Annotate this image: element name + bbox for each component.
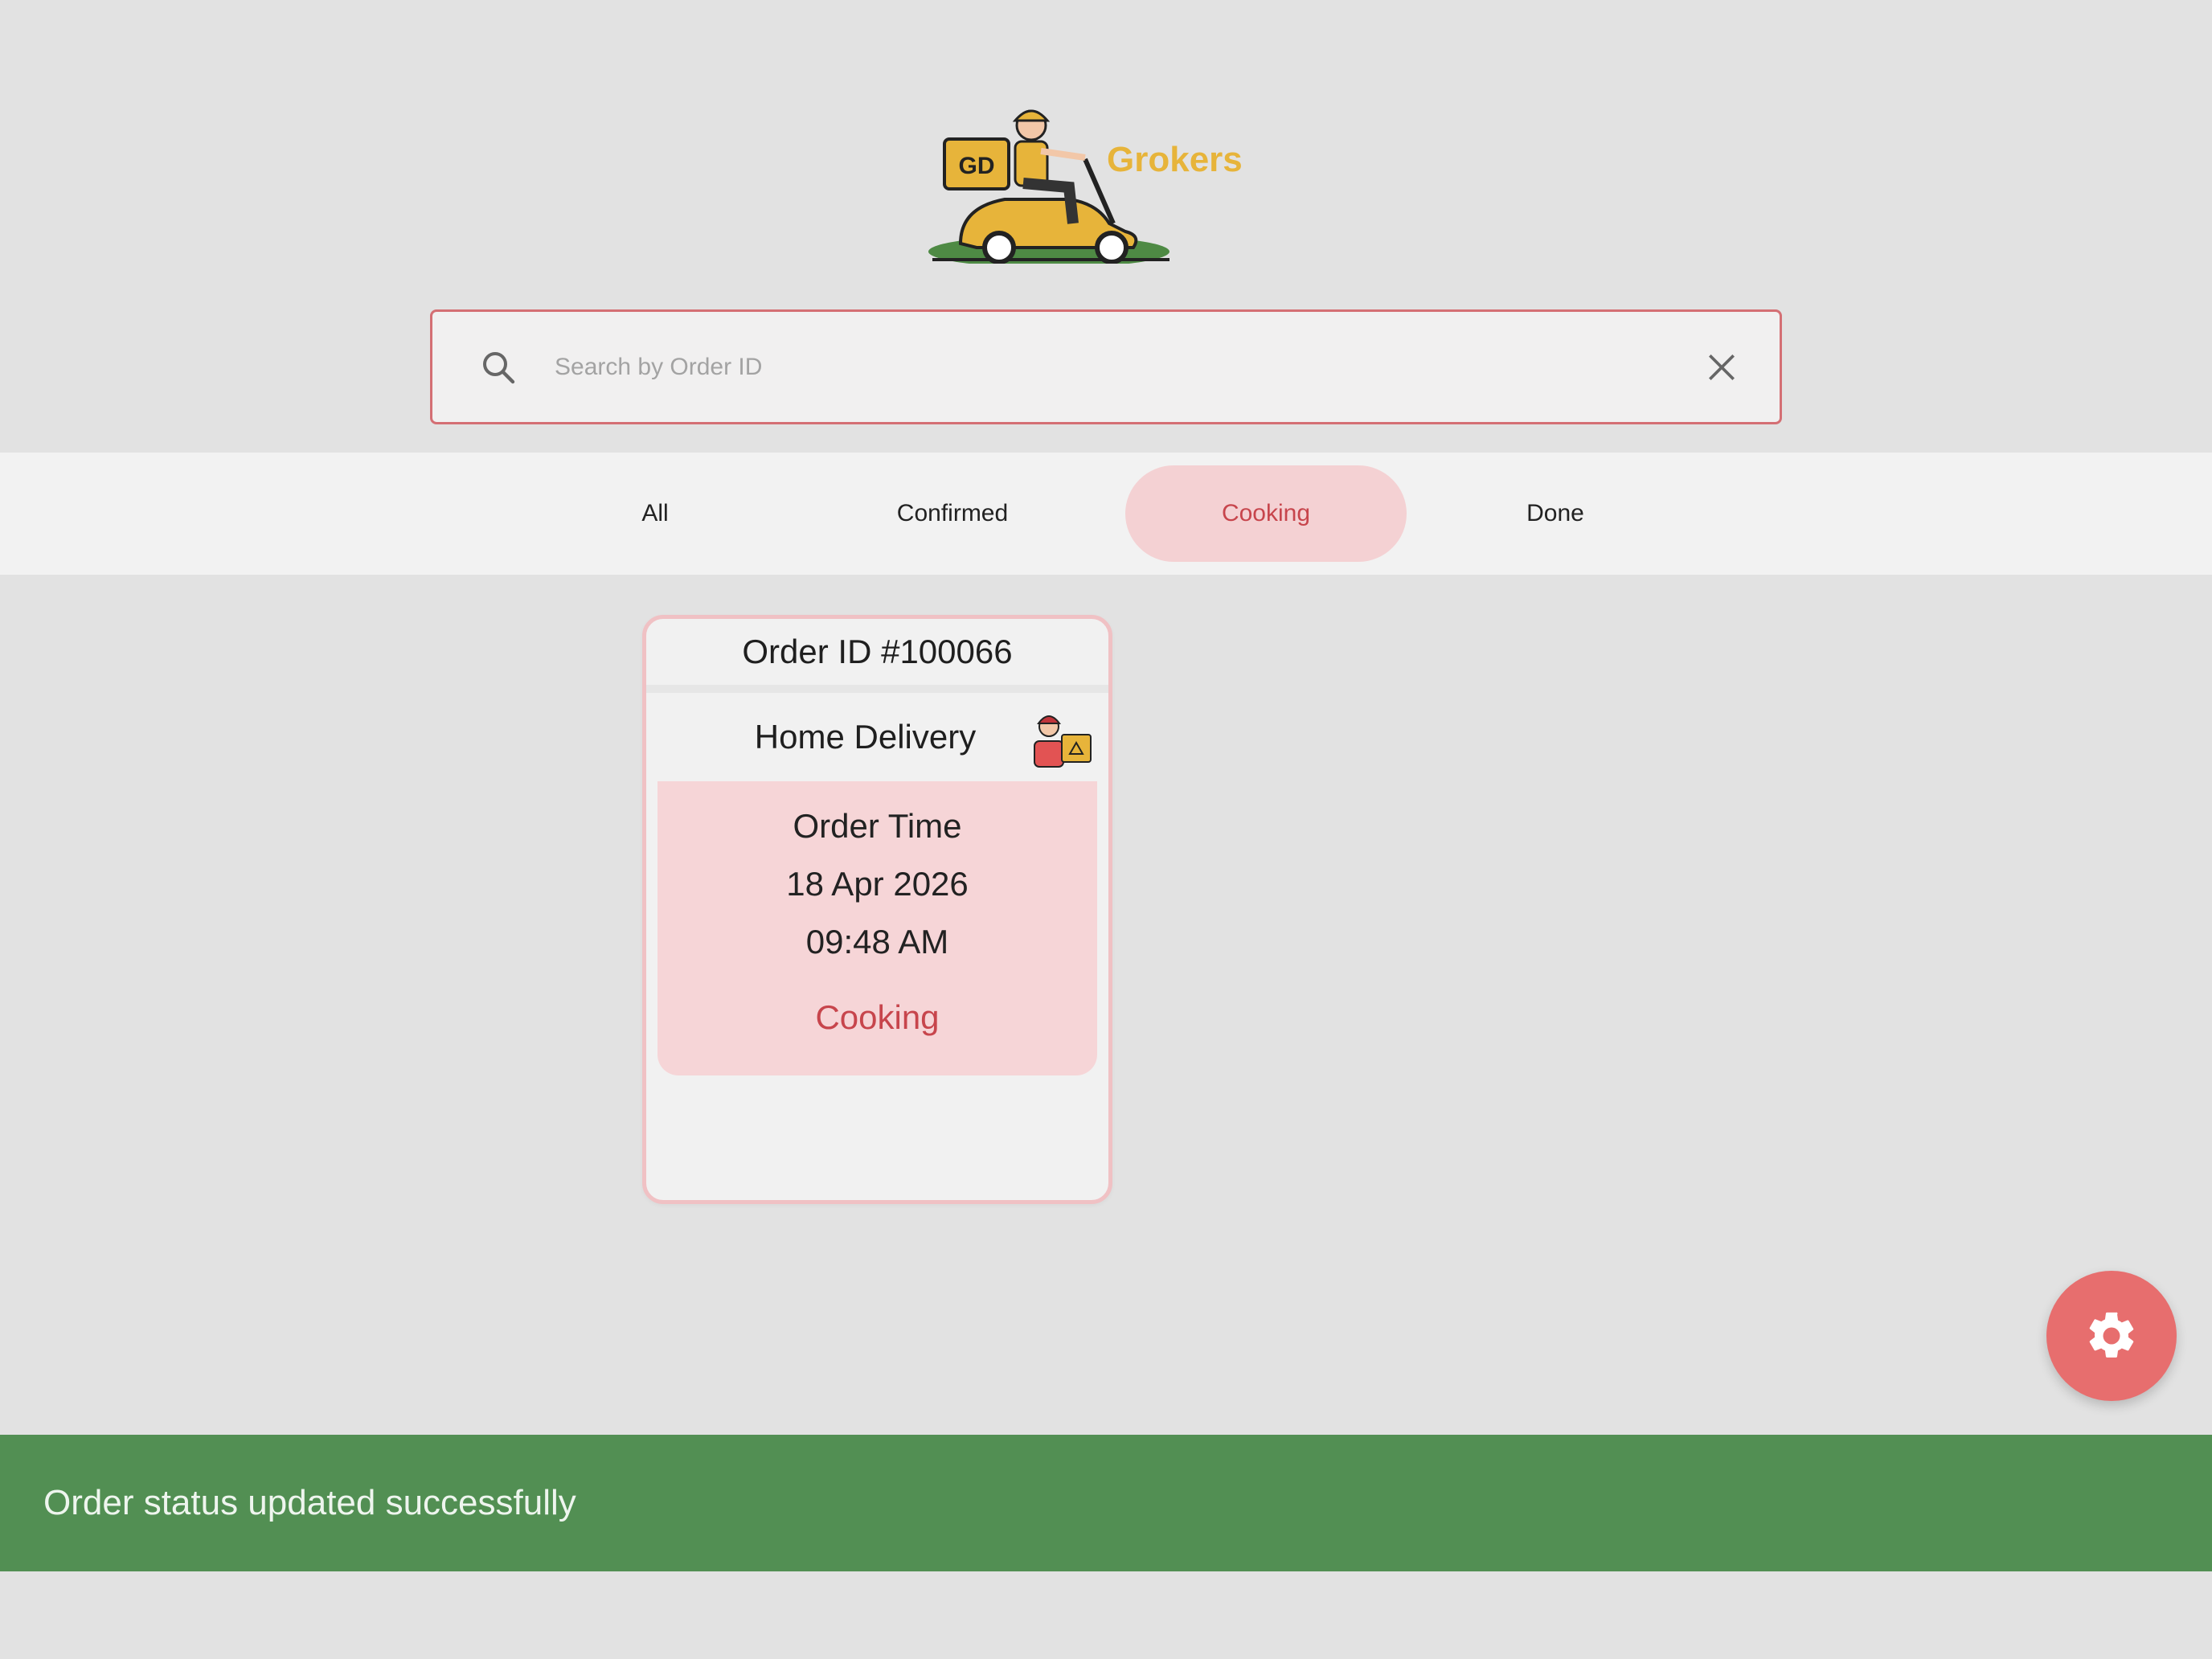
settings-fab-button[interactable] bbox=[2046, 1271, 2177, 1401]
order-card[interactable]: Order ID #100066 Home Delivery Order Tim… bbox=[642, 615, 1112, 1204]
order-type-row: Home Delivery bbox=[646, 693, 1108, 781]
tab-confirmed[interactable]: Confirmed bbox=[840, 465, 1065, 562]
success-snackbar: Order status updated successfully bbox=[0, 1435, 2212, 1571]
search-icon bbox=[466, 335, 530, 399]
tab-cooking[interactable]: Cooking bbox=[1125, 465, 1407, 562]
brand-logo: GD Grokers bbox=[928, 103, 1250, 264]
gear-icon bbox=[2089, 1312, 2134, 1358]
svg-text:Grokers: Grokers bbox=[1107, 140, 1243, 179]
order-status: Cooking bbox=[815, 998, 940, 1036]
delivery-person-icon bbox=[1034, 715, 1092, 768]
snackbar-message: Order status updated successfully bbox=[43, 1483, 576, 1522]
clear-search-button[interactable] bbox=[1690, 335, 1754, 399]
search-input[interactable] bbox=[530, 312, 1690, 422]
order-date: 18 Apr 2026 bbox=[786, 865, 969, 903]
order-time-heading: Order Time bbox=[793, 807, 962, 845]
close-icon bbox=[1709, 354, 1735, 380]
status-filter-tabs: All Confirmed Cooking Done bbox=[0, 453, 2212, 575]
app-root: GD Grokers Search by Order ID All Confir… bbox=[0, 0, 2212, 1659]
order-time-panel: Order Time 18 Apr 2026 09:48 AM Cooking bbox=[657, 781, 1097, 1075]
scooter-rider-logo-icon: GD Grokers bbox=[928, 109, 1243, 264]
tab-all[interactable]: All bbox=[575, 465, 735, 562]
svg-text:GD: GD bbox=[959, 153, 995, 179]
order-search-bar bbox=[430, 309, 1782, 424]
order-type: Home Delivery bbox=[754, 718, 977, 756]
order-time: 09:48 AM bbox=[805, 923, 949, 961]
order-id: Order ID #100066 bbox=[646, 619, 1108, 693]
tab-done[interactable]: Done bbox=[1475, 465, 1636, 562]
